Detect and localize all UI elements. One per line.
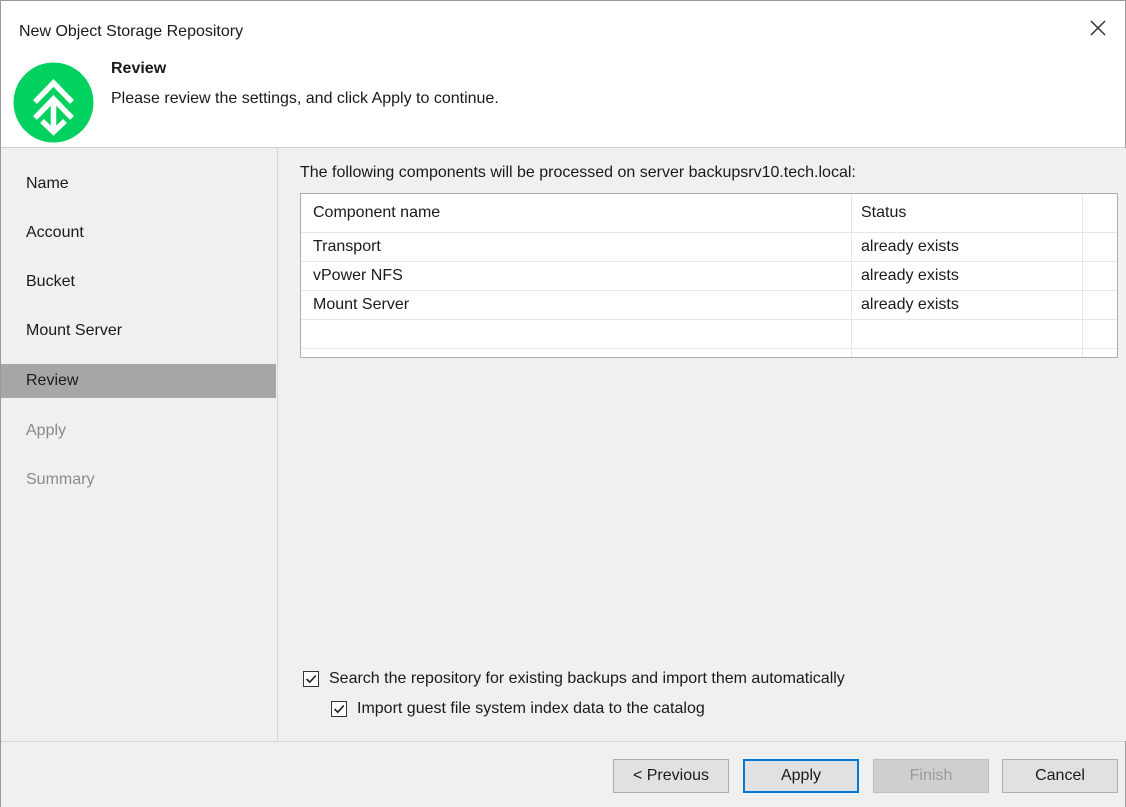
cell-empty xyxy=(852,348,1083,357)
table-row-empty xyxy=(301,348,1117,357)
sidebar-item-account[interactable]: Account xyxy=(1,216,276,250)
cell-component-name: vPower NFS xyxy=(301,261,852,290)
cell-empty xyxy=(852,319,1083,348)
finish-button: Finish xyxy=(873,759,989,793)
veeam-logo-icon xyxy=(11,60,96,145)
wizard-header: Review Please review the settings, and c… xyxy=(1,45,1125,148)
header-subtitle: Please review the settings, and click Ap… xyxy=(111,90,499,107)
close-icon[interactable] xyxy=(1087,17,1109,39)
cell-filler xyxy=(1083,290,1117,319)
cell-component-name: Mount Server xyxy=(301,290,852,319)
column-header-status[interactable]: Status xyxy=(852,194,1083,232)
cell-status: already exists xyxy=(852,232,1083,261)
main-panel: The following components will be process… xyxy=(277,148,1126,741)
import-index-option[interactable]: Import guest file system index data to t… xyxy=(331,700,705,718)
wizard-window: New Object Storage Repository Review Ple… xyxy=(0,0,1126,807)
column-header-filler xyxy=(1083,194,1117,232)
apply-button[interactable]: Apply xyxy=(743,759,859,793)
cell-empty xyxy=(1083,319,1117,348)
sidebar-item-review[interactable]: Review xyxy=(1,364,276,398)
table-header-row: Component name Status xyxy=(301,194,1117,233)
wizard-steps-sidebar: Name Account Bucket Mount Server Review … xyxy=(1,148,276,741)
components-intro-text: The following components will be process… xyxy=(300,164,856,181)
cell-empty xyxy=(301,319,852,348)
column-header-component-name[interactable]: Component name xyxy=(301,194,852,232)
sidebar-item-name[interactable]: Name xyxy=(1,167,276,201)
cell-status: already exists xyxy=(852,290,1083,319)
table-row[interactable]: Transport already exists xyxy=(301,232,1117,262)
table-row-empty xyxy=(301,319,1117,349)
components-table[interactable]: Component name Status Transport already … xyxy=(300,193,1118,358)
search-existing-backups-option[interactable]: Search the repository for existing backu… xyxy=(303,670,845,688)
wizard-footer: < Previous Apply Finish Cancel xyxy=(1,741,1125,807)
cell-status: already exists xyxy=(852,261,1083,290)
sidebar-item-apply: Apply xyxy=(26,422,67,439)
import-index-checkbox[interactable] xyxy=(331,701,347,717)
search-existing-backups-label: Search the repository for existing backu… xyxy=(329,670,845,687)
table-row[interactable]: vPower NFS already exists xyxy=(301,261,1117,291)
previous-button[interactable]: < Previous xyxy=(613,759,729,793)
header-title: Review xyxy=(111,60,167,77)
cell-empty xyxy=(301,348,852,357)
sidebar-item-mount-server[interactable]: Mount Server xyxy=(1,314,276,348)
import-index-label: Import guest file system index data to t… xyxy=(357,700,705,717)
cell-empty xyxy=(1083,348,1117,357)
window-title: New Object Storage Repository xyxy=(19,23,244,40)
sidebar-item-summary: Summary xyxy=(26,471,95,488)
cell-component-name: Transport xyxy=(301,232,852,261)
cancel-button[interactable]: Cancel xyxy=(1002,759,1118,793)
search-existing-backups-checkbox[interactable] xyxy=(303,671,319,687)
cell-filler xyxy=(1083,261,1117,290)
cell-filler xyxy=(1083,232,1117,261)
table-row[interactable]: Mount Server already exists xyxy=(301,290,1117,320)
sidebar-item-bucket[interactable]: Bucket xyxy=(1,265,276,299)
